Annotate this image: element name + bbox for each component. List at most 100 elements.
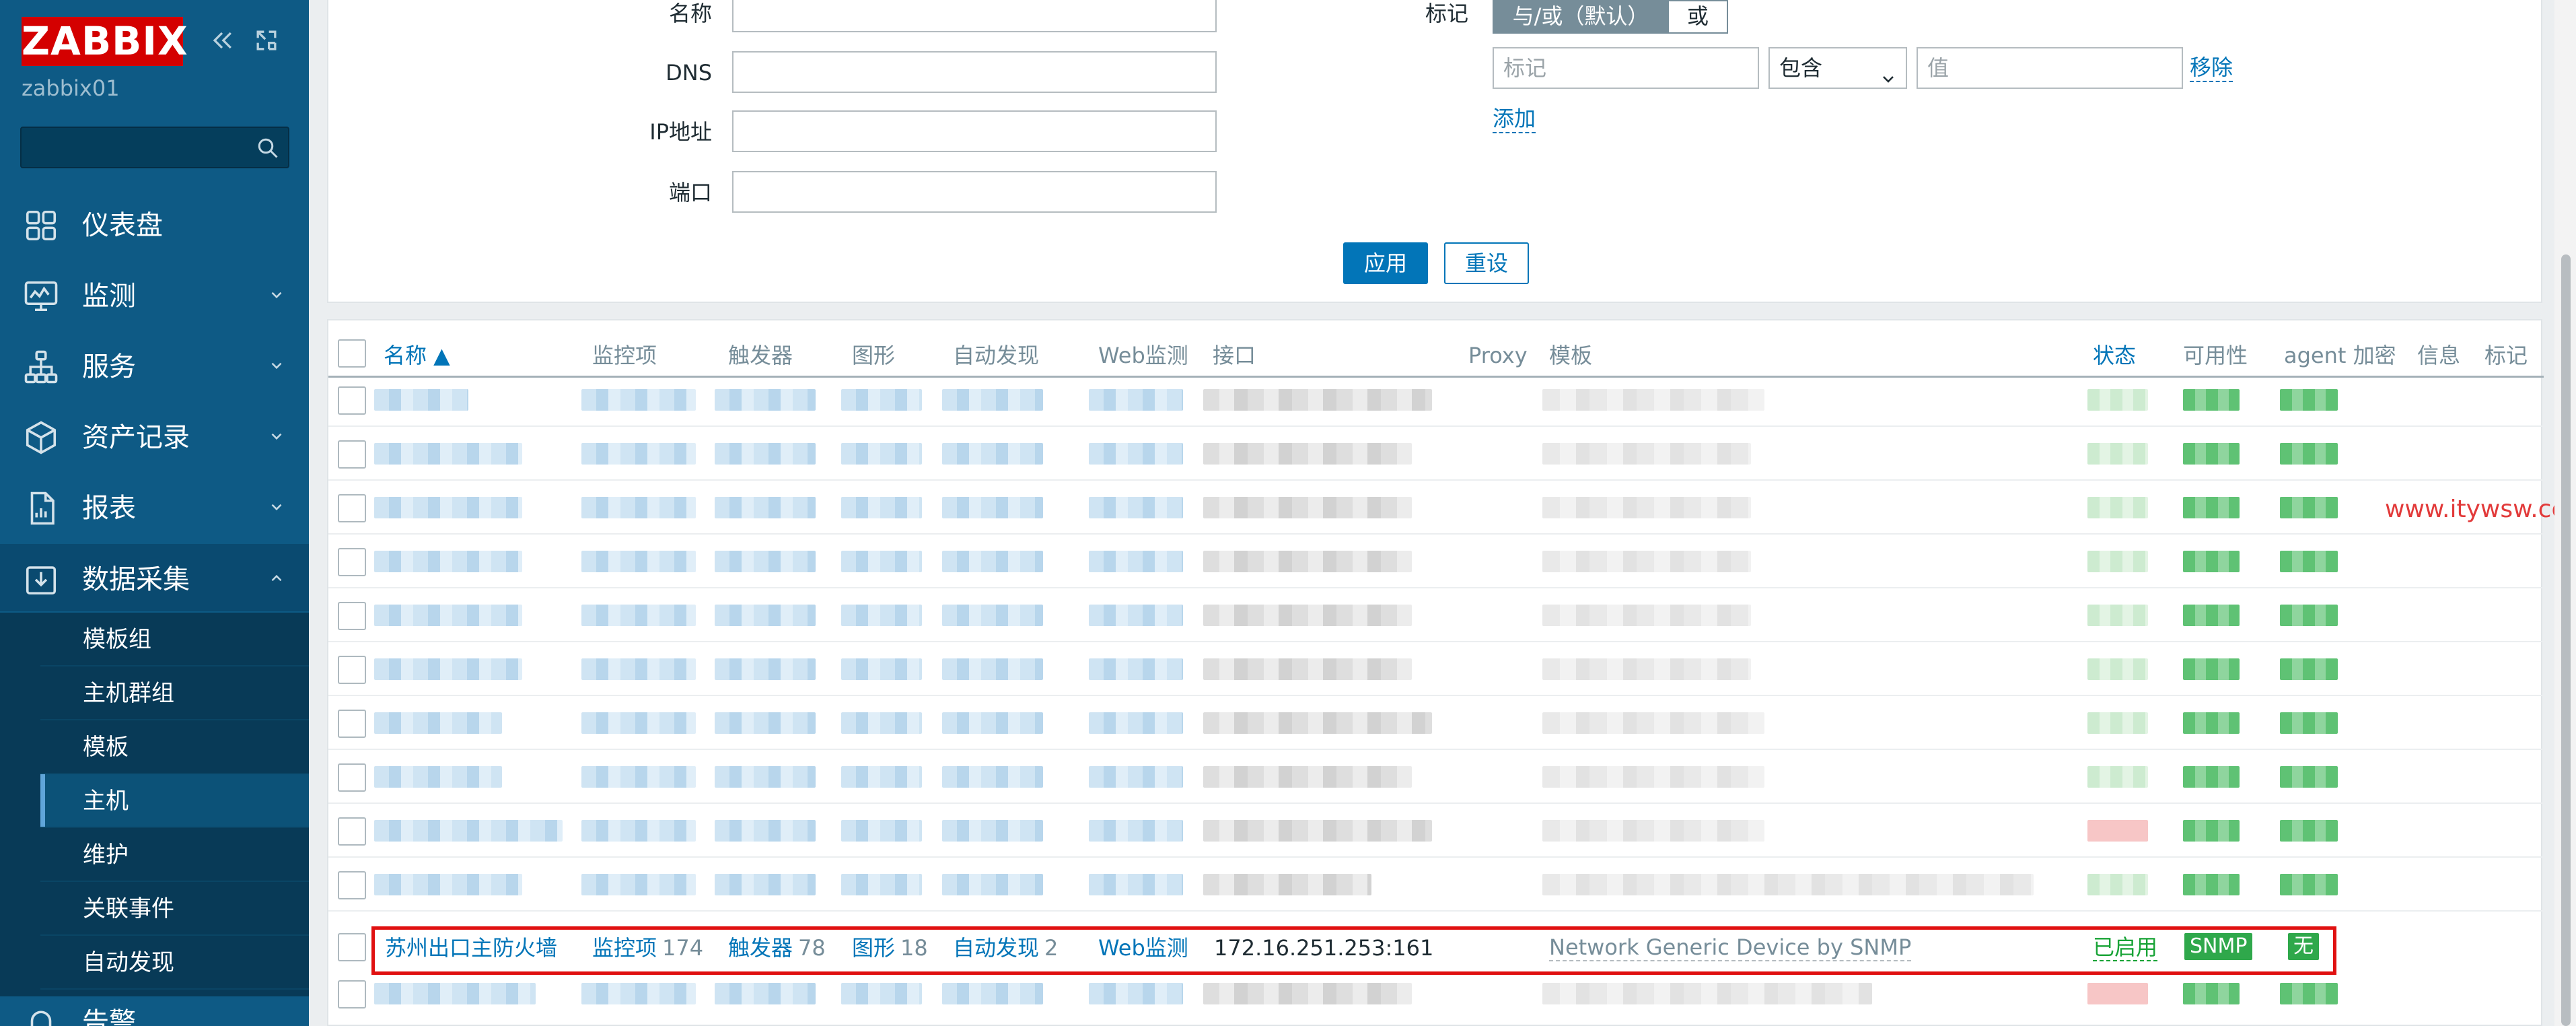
- nav-reports[interactable]: 报表: [0, 473, 309, 540]
- redacted-discovery: [942, 605, 1043, 626]
- graphs-link[interactable]: 图形 18: [852, 934, 928, 961]
- row-checkbox[interactable]: [338, 602, 366, 630]
- redacted-host-name: [374, 658, 522, 680]
- submenu-event-correlation[interactable]: 关联事件: [40, 882, 309, 936]
- redacted-graphs: [841, 820, 922, 842]
- row-checkbox[interactable]: [338, 710, 366, 738]
- name-label: 名称: [668, 1, 712, 26]
- redacted-web: [1089, 389, 1183, 411]
- redacted-templates: [1542, 605, 1751, 626]
- submenu-host-groups[interactable]: 主机群组: [40, 666, 309, 720]
- redacted-templates: [1542, 389, 1764, 411]
- redacted-encryption: [2280, 874, 2338, 895]
- dns-input[interactable]: [732, 51, 1217, 93]
- submenu-discovery[interactable]: 自动发现: [40, 936, 309, 990]
- redacted-items: [581, 658, 696, 680]
- column-availability: 可用性: [2183, 343, 2248, 368]
- items-link[interactable]: 监控项 174: [592, 934, 703, 961]
- tag-operator-select[interactable]: 包含: [1768, 47, 1907, 89]
- submenu-templates[interactable]: 模板: [40, 720, 309, 774]
- submenu-maintenance[interactable]: 维护: [40, 828, 309, 882]
- redacted-items: [581, 389, 696, 411]
- monitoring-icon: [23, 278, 59, 314]
- apply-button[interactable]: 应用: [1343, 242, 1428, 284]
- redacted-availability: [2183, 658, 2240, 680]
- status-toggle[interactable]: 已启用: [2093, 934, 2158, 961]
- chevron-down-icon: [268, 428, 285, 445]
- redacted-availability: [2183, 551, 2240, 572]
- row-checkbox[interactable]: [338, 656, 366, 684]
- column-interface: 接口: [1213, 343, 1256, 368]
- submenu-template-groups[interactable]: 模板组: [40, 613, 309, 666]
- chevron-down-icon: [268, 286, 285, 304]
- redacted-host-name: [374, 389, 468, 411]
- submenu-label: 模板组: [83, 626, 151, 653]
- redacted-availability: [2183, 605, 2240, 626]
- collapse-sidebar-icon[interactable]: [207, 26, 237, 55]
- tag-operator-value: 包含: [1779, 55, 1823, 81]
- redacted-availability: [2183, 820, 2240, 842]
- column-name[interactable]: 名称 ▲: [384, 342, 450, 369]
- row-checkbox[interactable]: [338, 548, 366, 576]
- redacted-triggers: [715, 605, 816, 626]
- row-checkbox[interactable]: [338, 494, 366, 522]
- nav-inventory[interactable]: 资产记录: [0, 402, 309, 469]
- name-input[interactable]: [732, 0, 1217, 32]
- nav-alerts[interactable]: 告警: [0, 996, 309, 1026]
- nav-data-collection[interactable]: 数据采集: [0, 544, 309, 611]
- ip-input[interactable]: [732, 110, 1217, 152]
- redacted-triggers: [715, 712, 816, 734]
- redacted-graphs: [841, 605, 922, 626]
- row-checkbox[interactable]: [338, 763, 366, 792]
- nav-services[interactable]: 服务: [0, 331, 309, 399]
- triggers-link[interactable]: 触发器 78: [728, 934, 826, 961]
- remove-tag-link[interactable]: 移除: [2190, 54, 2233, 82]
- triggers-link-label: 触发器: [728, 935, 793, 961]
- tag-value-input[interactable]: 值: [1917, 47, 2183, 89]
- row-divider: [328, 802, 2544, 804]
- graphs-count: 18: [900, 935, 928, 961]
- nav-monitoring[interactable]: 监测: [0, 261, 309, 328]
- row-checkbox[interactable]: [338, 440, 366, 469]
- web-link[interactable]: Web监测: [1098, 934, 1188, 961]
- submenu-hosts[interactable]: 主机: [40, 774, 309, 828]
- sidebar-search-input[interactable]: [20, 127, 289, 168]
- redacted-availability: [2183, 874, 2240, 895]
- redacted-interface: [1203, 820, 1432, 842]
- nav-dashboard[interactable]: 仪表盘: [0, 190, 309, 257]
- tag-name-input[interactable]: 标记: [1493, 47, 1759, 89]
- search-icon[interactable]: [256, 136, 280, 160]
- row-checkbox[interactable]: [338, 817, 366, 846]
- scrollbar-thumb[interactable]: [2561, 254, 2571, 1026]
- row-checkbox[interactable]: [338, 386, 366, 415]
- redacted-availability: [2183, 983, 2240, 1004]
- redacted-discovery: [942, 551, 1043, 572]
- redacted-templates: [1542, 497, 1751, 518]
- tags-mode-or-toggle[interactable]: 或: [1668, 0, 1728, 34]
- add-tag-link[interactable]: 添加: [1493, 105, 1536, 133]
- reset-button[interactable]: 重设: [1444, 242, 1529, 284]
- kiosk-mode-icon[interactable]: [252, 26, 281, 55]
- redacted-triggers: [715, 983, 816, 1004]
- row-checkbox[interactable]: [338, 871, 366, 899]
- redacted-host-name: [374, 874, 522, 895]
- redacted-host-name: [374, 766, 502, 788]
- redacted-discovery: [942, 983, 1043, 1004]
- redacted-triggers: [715, 389, 816, 411]
- tags-mode-and-or-toggle[interactable]: 与/或（默认）: [1493, 0, 1669, 34]
- row-checkbox[interactable]: [338, 933, 366, 961]
- redacted-triggers: [715, 820, 816, 842]
- redacted-items: [581, 497, 696, 518]
- port-input[interactable]: [732, 171, 1217, 213]
- discovery-link[interactable]: 自动发现 2: [953, 934, 1058, 961]
- zabbix-logo[interactable]: ZABBIX: [22, 17, 188, 66]
- redacted-interface: [1203, 497, 1412, 518]
- template-link[interactable]: Network Generic Device by SNMP: [1549, 934, 1912, 961]
- column-status[interactable]: 状态: [2093, 342, 2136, 369]
- redacted-encryption: [2280, 389, 2338, 411]
- row-checkbox[interactable]: [338, 980, 366, 1008]
- reports-icon: [23, 490, 59, 526]
- select-all-checkbox[interactable]: [338, 339, 366, 368]
- host-name-link[interactable]: 苏州出口主防火墙: [385, 934, 557, 961]
- redacted-availability: [2183, 443, 2240, 465]
